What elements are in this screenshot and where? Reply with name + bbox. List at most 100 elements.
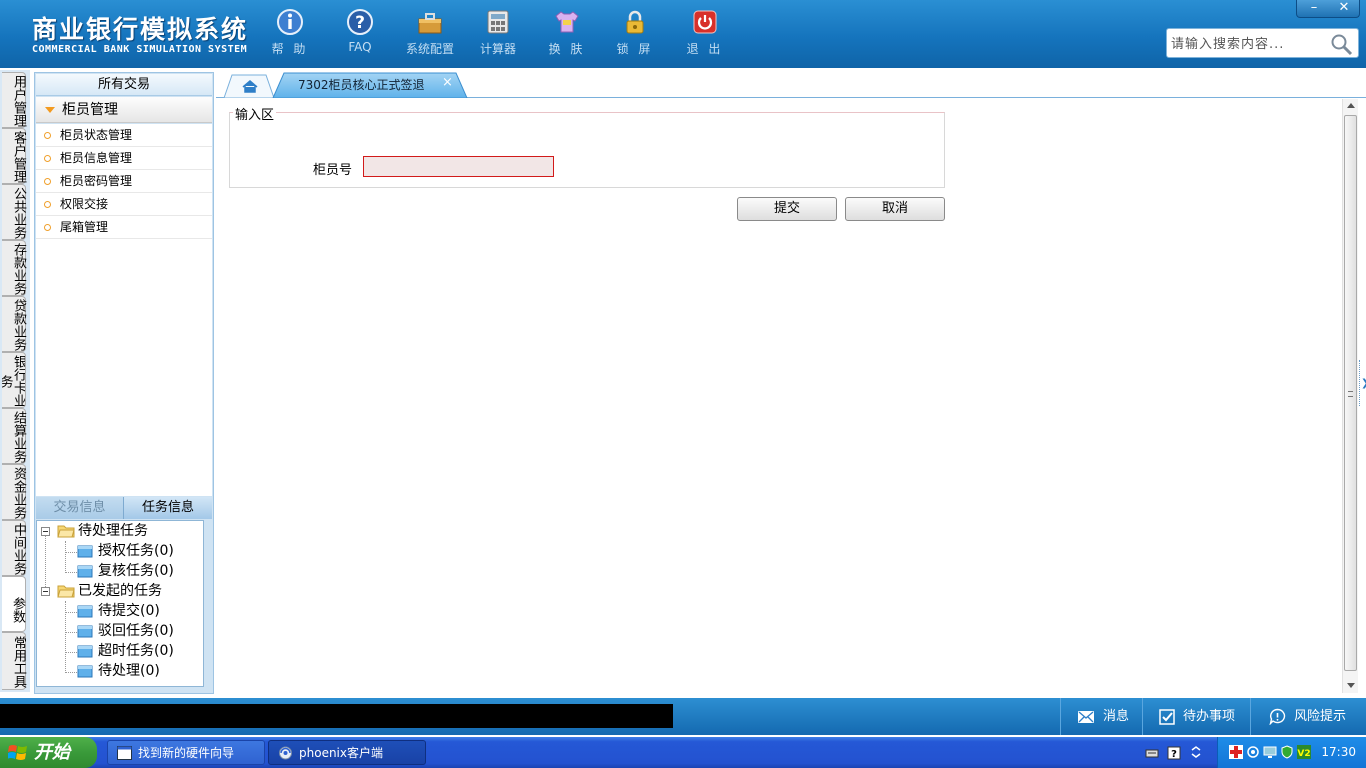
cancel-button[interactable]: 取消 bbox=[845, 197, 945, 221]
menu-item-cash-box[interactable]: 尾箱管理 bbox=[36, 216, 212, 239]
start-label: 开始 bbox=[34, 742, 70, 763]
vtab-card-business[interactable]: 银行卡业务 bbox=[2, 352, 26, 408]
vtab-customer-management[interactable]: 客户管理 bbox=[2, 128, 26, 184]
tree-node-authorize[interactable]: 授权任务(0) bbox=[77, 541, 174, 561]
menu-item-teller-info[interactable]: 柜员信息管理 bbox=[36, 147, 212, 170]
tree-node-label: 复核任务(0) bbox=[98, 563, 174, 579]
vertical-scrollbar[interactable] bbox=[1342, 99, 1358, 693]
red-cross-icon[interactable] bbox=[1229, 745, 1243, 759]
folder-open-icon bbox=[57, 525, 75, 538]
svg-text:?: ? bbox=[355, 13, 365, 33]
os-taskbar: 开始 找到新的硬件向导 phoenix客户端 ? V2 17:30 bbox=[0, 737, 1366, 768]
tree-node-label: 驳回任务(0) bbox=[98, 623, 174, 639]
bullet-icon bbox=[44, 224, 51, 231]
change-skin-button[interactable]: 换 肤 bbox=[537, 8, 597, 62]
taskbar-item-phoenix-client[interactable]: phoenix客户端 bbox=[268, 740, 426, 765]
input-area-legend: 输入区 bbox=[233, 104, 277, 123]
tab-task-info[interactable]: 任务信息 bbox=[124, 497, 212, 519]
search-input[interactable] bbox=[1171, 34, 1326, 54]
help-button[interactable]: 帮 助 bbox=[260, 8, 320, 62]
home-tab[interactable] bbox=[222, 74, 274, 98]
monitor-icon[interactable] bbox=[1263, 745, 1277, 759]
help-tray-icon[interactable]: ? bbox=[1167, 746, 1181, 760]
scroll-down-arrow-icon[interactable] bbox=[1347, 683, 1355, 688]
calculator-button[interactable]: 计算器 bbox=[468, 8, 528, 62]
vtab-common-tools[interactable]: 常用工具 bbox=[2, 632, 26, 690]
change-skin-label: 换 肤 bbox=[548, 42, 586, 56]
tray-arrows-icon[interactable] bbox=[1189, 745, 1203, 759]
tree-node-timeout[interactable]: 超时任务(0) bbox=[77, 641, 174, 661]
menu-item-label: 柜员状态管理 bbox=[60, 128, 133, 142]
app-title: 商业银行模拟系统 bbox=[32, 15, 249, 44]
folder-icon bbox=[77, 645, 93, 657]
messages-button[interactable]: 消息 bbox=[1060, 698, 1142, 735]
vtab-user-management[interactable]: 用户管理 bbox=[2, 72, 26, 128]
faq-label: FAQ bbox=[348, 40, 372, 54]
caret-down-icon bbox=[45, 107, 55, 113]
vtab-deposit-business[interactable]: 存款业务 bbox=[2, 240, 26, 296]
envelope-icon bbox=[1078, 710, 1094, 723]
search-icon[interactable] bbox=[1329, 32, 1353, 56]
folder-icon bbox=[77, 545, 93, 557]
tab-teller-signoff[interactable]: 7302柜员核心正式签退 × bbox=[272, 72, 468, 98]
collapse-toggle-initiated[interactable] bbox=[41, 587, 50, 596]
collapse-toggle-pending[interactable] bbox=[41, 527, 50, 536]
keyboard-icon[interactable] bbox=[1145, 746, 1159, 760]
lock-screen-button[interactable]: 锁 屏 bbox=[605, 8, 665, 62]
calculator-label: 计算器 bbox=[479, 42, 516, 56]
v2-icon[interactable]: V2 bbox=[1297, 745, 1311, 759]
network-icon[interactable] bbox=[1246, 745, 1260, 759]
vtab-public-business[interactable]: 公共业务 bbox=[2, 184, 26, 240]
shield-tray-icon[interactable] bbox=[1280, 745, 1294, 759]
taskbar-item-hardware-wizard[interactable]: 找到新的硬件向导 bbox=[107, 740, 265, 765]
scroll-up-arrow-icon[interactable] bbox=[1347, 103, 1355, 108]
tree-node-rejected[interactable]: 驳回任务(0) bbox=[77, 621, 174, 641]
close-button[interactable]: ✕ bbox=[1329, 0, 1359, 16]
lock-icon bbox=[626, 10, 644, 34]
minimize-button[interactable]: – bbox=[1299, 0, 1329, 16]
vtab-loan-business[interactable]: 贷款业务 bbox=[2, 296, 26, 352]
tree-node-label: 超时任务(0) bbox=[98, 643, 174, 659]
app-subtitle: COMMERCIAL BANK SIMULATION SYSTEM bbox=[32, 44, 248, 55]
vtab-parameters[interactable]: 参数 bbox=[2, 576, 26, 632]
taskbar-item-label: 找到新的硬件向导 bbox=[138, 746, 235, 760]
tree-line bbox=[65, 632, 77, 633]
start-button[interactable]: 开始 bbox=[0, 737, 97, 768]
tree-node-initiated[interactable]: 已发起的任务 bbox=[57, 581, 162, 601]
menu-item-teller-status[interactable]: 柜员状态管理 bbox=[36, 124, 212, 147]
tab-trade-info[interactable]: 交易信息 bbox=[36, 497, 124, 519]
tab-label: 7302柜员核心正式签退 bbox=[298, 78, 425, 92]
menu-item-teller-password[interactable]: 柜员密码管理 bbox=[36, 170, 212, 193]
tree-node-to-process[interactable]: 待处理(0) bbox=[77, 661, 160, 681]
all-transactions-title[interactable]: 所有交易 bbox=[36, 74, 212, 96]
tree-line bbox=[65, 612, 77, 613]
vtab-intermediary-business[interactable]: 中间业务 bbox=[2, 520, 26, 576]
window-controls: – ✕ bbox=[1296, 0, 1360, 18]
tree-node-pending[interactable]: 待处理任务 bbox=[57, 521, 148, 541]
tree-node-review[interactable]: 复核任务(0) bbox=[77, 561, 174, 581]
risk-alert-button[interactable]: 风险提示 bbox=[1250, 698, 1366, 735]
scroll-thumb[interactable] bbox=[1344, 115, 1357, 671]
bullet-icon bbox=[44, 132, 51, 139]
taskbar-item-label: phoenix客户端 bbox=[299, 746, 383, 760]
exit-button[interactable]: 退 出 bbox=[675, 8, 735, 62]
submit-button[interactable]: 提交 bbox=[737, 197, 837, 221]
system-config-button[interactable]: 系统配置 bbox=[400, 8, 460, 62]
browser-icon bbox=[279, 746, 292, 760]
teller-number-input[interactable] bbox=[363, 156, 554, 177]
tree-node-label: 待处理任务 bbox=[78, 523, 148, 539]
faq-button[interactable]: ? FAQ bbox=[330, 8, 390, 62]
menu-item-permission-handover[interactable]: 权限交接 bbox=[36, 193, 212, 216]
task-tree: 待处理任务 授权任务(0) 复核任务(0) 已发起的任务 待提交(0) 驳回任务… bbox=[36, 520, 204, 687]
bullet-icon bbox=[44, 201, 51, 208]
status-bar: 消息 待办事项 风险提示 bbox=[0, 698, 1366, 735]
tab-bar: 7302柜员核心正式签退 × bbox=[216, 72, 1366, 98]
chevron-right-icon: ❯ bbox=[1361, 378, 1366, 389]
teller-management-group[interactable]: 柜员管理 bbox=[36, 97, 212, 123]
tree-node-to-submit[interactable]: 待提交(0) bbox=[77, 601, 160, 621]
tab-close-icon[interactable]: × bbox=[442, 75, 453, 90]
vtab-fund-business[interactable]: 资金业务 bbox=[2, 464, 26, 520]
vtab-settlement-business[interactable]: 结算业务 bbox=[2, 408, 26, 464]
right-panel-toggle[interactable]: ❯ bbox=[1359, 360, 1366, 406]
todo-button[interactable]: 待办事项 bbox=[1142, 698, 1250, 735]
